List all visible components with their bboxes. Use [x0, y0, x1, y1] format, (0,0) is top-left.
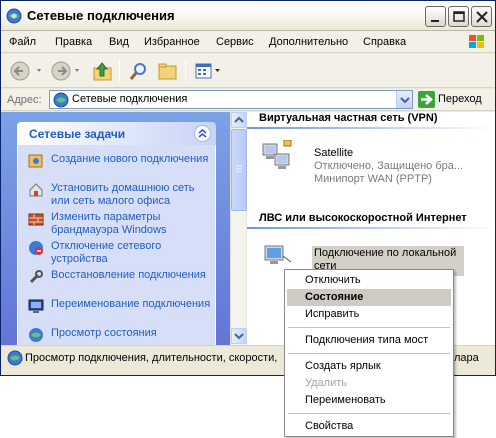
menu-separator — [288, 327, 450, 328]
network-globe-icon — [53, 92, 69, 111]
window-title: Сетевые подключения — [27, 8, 175, 23]
menu-separator — [288, 353, 450, 354]
menu-item-rename[interactable]: Переименовать — [287, 392, 451, 409]
address-bar: Адрес: Сетевые подключения Переход — [1, 89, 495, 111]
collapse-chevron-icon[interactable] — [194, 125, 211, 142]
status-icon — [28, 327, 44, 343]
network-tasks-header[interactable]: Сетевые задачи — [17, 122, 216, 145]
task-label: Отключение сетевого устройства — [51, 240, 162, 265]
menu-item-label: Создать ярлык — [305, 360, 381, 372]
vpn-connection-status: Отключено, Защищено бра... — [314, 160, 464, 172]
address-dropdown-button[interactable] — [396, 91, 412, 108]
title-bar[interactable]: Сетевые подключения — [1, 1, 495, 31]
views-icon[interactable] — [193, 59, 223, 83]
group-title-vpn: Виртуальная частная сеть (VPN) — [259, 112, 438, 124]
context-menu: Отключить Состояние Исправить Подключени… — [284, 269, 454, 437]
rename-icon — [28, 298, 44, 314]
go-label: Переход — [438, 93, 482, 105]
toolbar-separator — [119, 60, 120, 82]
menu-item-bridge[interactable]: Подключения типа мост — [287, 332, 451, 349]
menu-item-create-shortcut[interactable]: Создать ярлык — [287, 358, 451, 375]
group-divider — [247, 127, 495, 129]
go-arrow-icon — [418, 91, 435, 108]
status-text-overflow: лара — [454, 352, 479, 364]
menu-favorites[interactable]: Избранное — [144, 36, 200, 48]
task-label: Установить домашнюю сеть или сеть малого… — [51, 182, 195, 207]
toolbar-separator — [185, 60, 186, 82]
menu-help[interactable]: Справка — [363, 36, 406, 48]
search-icon[interactable] — [128, 59, 150, 83]
task-label: Создание нового подключения — [51, 153, 209, 165]
network-globe-icon — [7, 350, 23, 369]
home-network-icon — [28, 182, 44, 198]
menu-item-disconnect[interactable]: Отключить — [287, 272, 451, 289]
maximize-button[interactable] — [448, 6, 469, 27]
toolbar — [1, 54, 495, 88]
network-globe-icon — [6, 8, 22, 24]
menu-edit[interactable]: Правка — [55, 36, 92, 48]
task-label: Изменить параметры брандмауэра Windows — [51, 211, 167, 236]
menu-advanced[interactable]: Дополнительно — [269, 36, 348, 48]
minimize-button[interactable] — [425, 6, 446, 27]
scroll-down-button[interactable] — [231, 328, 247, 344]
menu-tools[interactable]: Сервис — [216, 36, 254, 48]
menu-item-label: Отключить — [305, 274, 361, 286]
task-label: Переименование подключения — [51, 298, 211, 310]
address-input[interactable]: Сетевые подключения — [49, 90, 413, 109]
task-label: Восстановление подключения — [51, 269, 206, 281]
up-folder-icon[interactable] — [92, 59, 114, 83]
task-pane: Сетевые задачи Создание нового подключен… — [1, 112, 230, 355]
menu-item-label: Свойства — [305, 420, 354, 432]
close-button[interactable] — [471, 6, 492, 27]
folders-icon[interactable] — [157, 59, 179, 83]
new-connection-icon — [28, 153, 44, 169]
menu-item-status[interactable]: Состояние — [287, 289, 451, 306]
go-button[interactable]: Переход — [416, 90, 492, 109]
menu-item-delete: Удалить — [287, 375, 451, 392]
firewall-icon — [28, 211, 44, 227]
menu-item-label: Подключения типа мост — [305, 334, 429, 346]
menu-item-repair[interactable]: Исправить — [287, 306, 451, 323]
disable-device-icon — [28, 240, 44, 256]
lan-connection-name-line1[interactable]: Подключение по локальной — [314, 247, 456, 260]
status-text: Просмотр подключения, длительности, скор… — [25, 352, 278, 364]
forward-icon[interactable] — [50, 59, 84, 83]
network-tasks-list: Создание нового подключения Установить д… — [17, 145, 216, 355]
network-tasks-panel: Сетевые задачи Создание нового подключен… — [17, 122, 216, 355]
menu-bar: Файл Правка Вид Избранное Сервис Дополни… — [1, 31, 495, 53]
scroll-up-button[interactable] — [231, 112, 247, 128]
address-value: Сетевые подключения — [72, 93, 188, 105]
menu-item-label: Состояние — [305, 291, 364, 303]
address-label: Адрес: — [7, 94, 42, 106]
menu-item-properties[interactable]: Свойства — [287, 418, 451, 435]
menu-view[interactable]: Вид — [109, 36, 129, 48]
windows-logo-icon — [463, 33, 491, 52]
network-tasks-title: Сетевые задачи — [29, 127, 126, 141]
vpn-connection-icon[interactable] — [261, 139, 295, 172]
back-icon[interactable] — [9, 59, 47, 83]
vpn-connection-device: Минипорт WAN (PPTP) — [314, 173, 432, 185]
repair-icon — [28, 269, 44, 285]
group-divider — [247, 227, 495, 229]
scrollbar-thumb[interactable] — [231, 129, 247, 211]
menu-item-label: Удалить — [305, 377, 347, 389]
menu-file[interactable]: Файл — [9, 36, 36, 48]
menu-separator — [288, 413, 450, 414]
task-label: Просмотр состояния — [51, 327, 157, 339]
menu-item-label: Переименовать — [305, 394, 386, 406]
menu-item-label: Исправить — [305, 308, 360, 320]
task-pane-scrollbar[interactable] — [230, 112, 247, 345]
vpn-connection-name[interactable]: Satellite — [314, 147, 353, 160]
group-title-lan: ЛВС или высокоскоростной Интернет — [259, 212, 467, 224]
